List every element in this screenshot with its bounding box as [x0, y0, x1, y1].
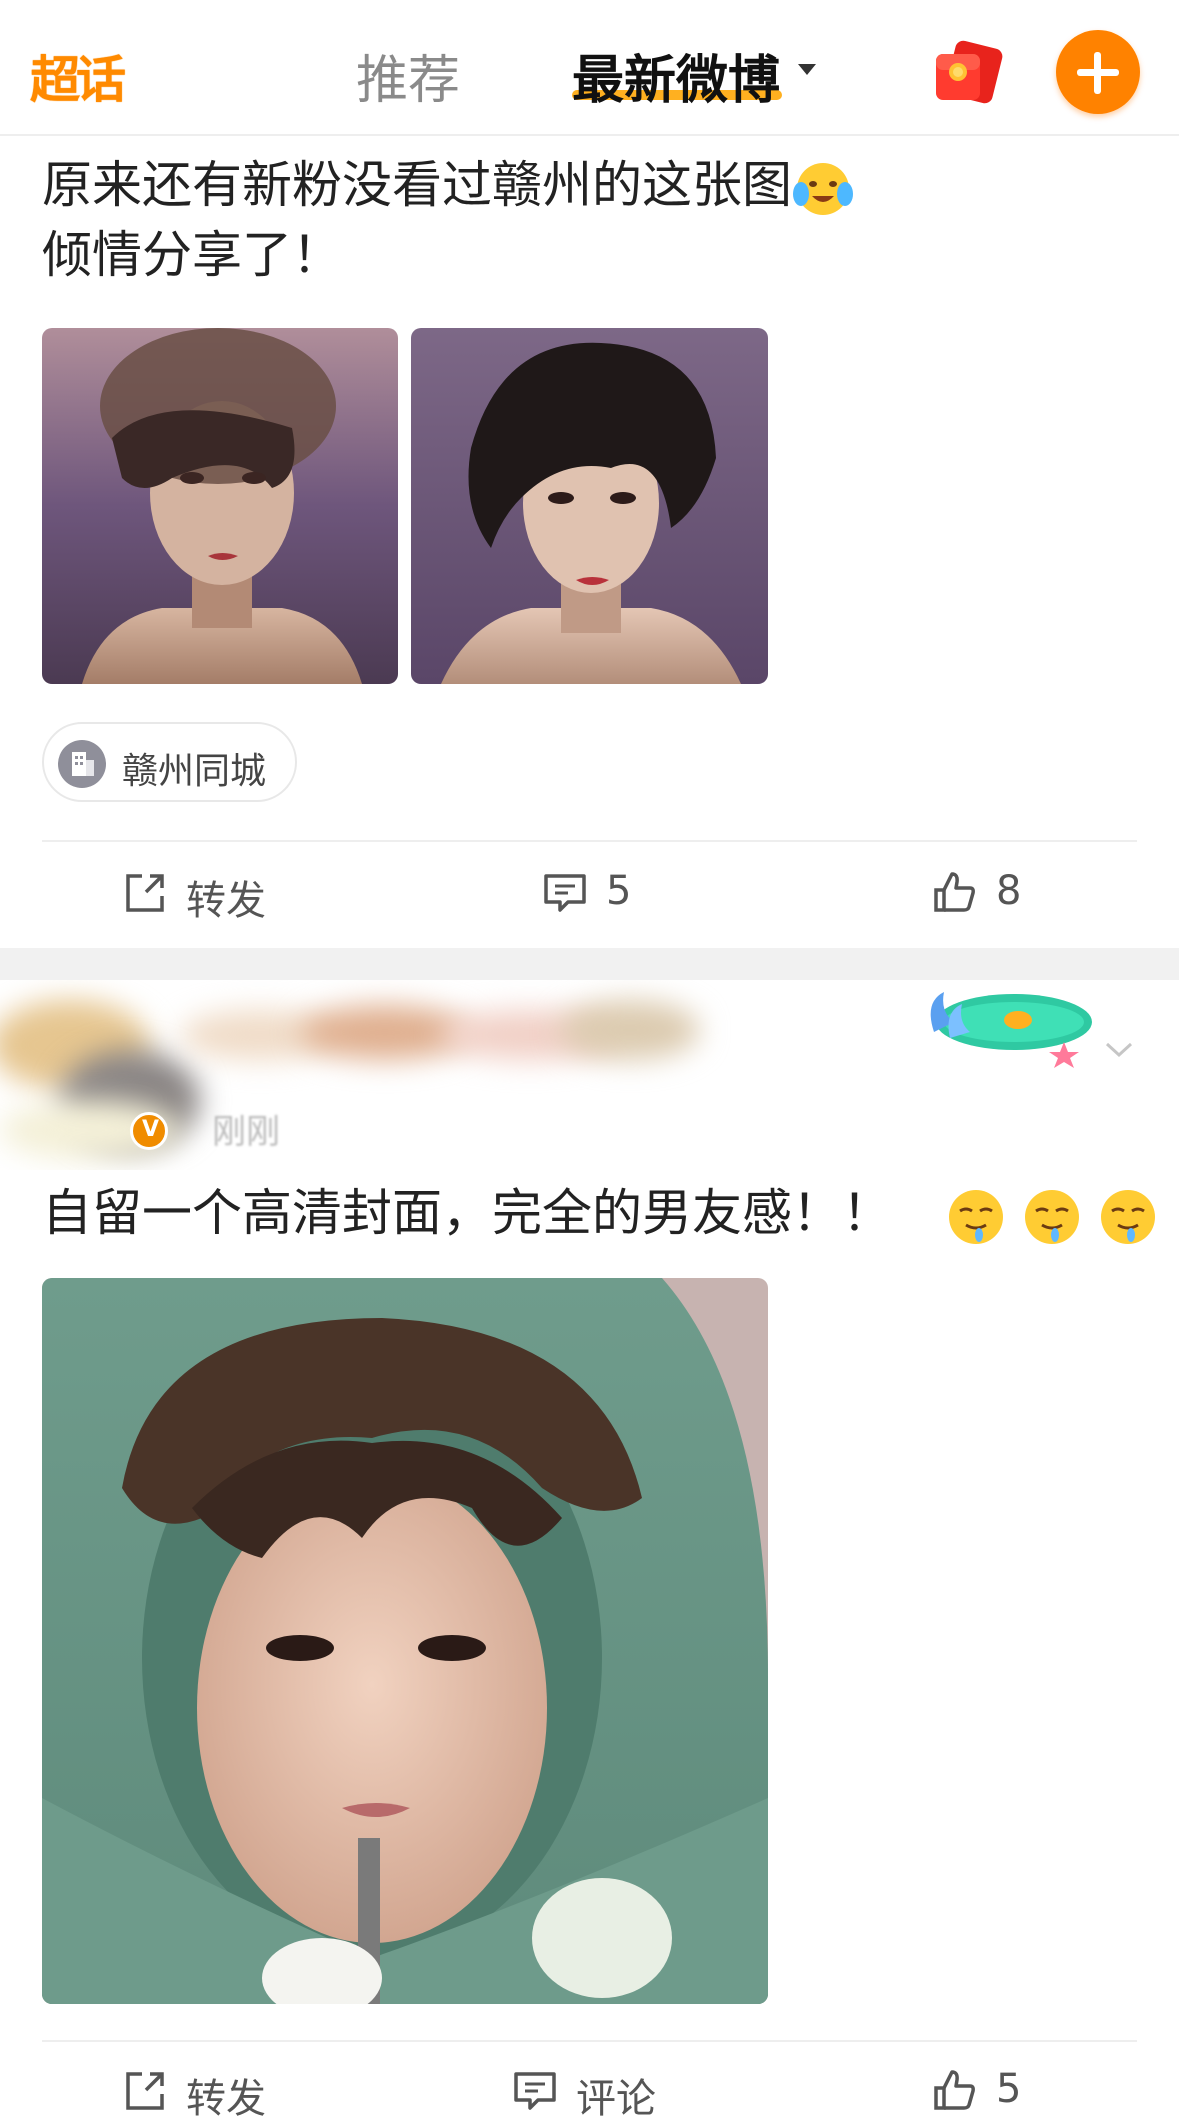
comment-button[interactable]: 5: [542, 866, 682, 920]
portrait-photo-2[interactable]: [411, 328, 768, 684]
compose-plus-button[interactable]: [1056, 30, 1140, 114]
comment-button[interactable]: 评论: [512, 2064, 712, 2122]
like-button[interactable]: 5: [932, 2064, 1052, 2118]
repost-button[interactable]: 转发: [122, 866, 302, 924]
repost-button[interactable]: 转发: [122, 2064, 302, 2122]
like-button[interactable]: 8: [932, 866, 1052, 920]
post-separator: [0, 948, 1179, 980]
tab-dropdown-caret-icon[interactable]: [798, 64, 816, 75]
share-icon: [126, 874, 164, 912]
comment-icon: [544, 874, 586, 912]
tab-recommend[interactable]: 推荐: [356, 38, 460, 113]
drooling-emoji: [948, 1189, 1003, 1244]
red-packet-icon[interactable]: [932, 38, 1008, 104]
comment-icon: [514, 2072, 556, 2110]
drooling-emoji: [1100, 1189, 1155, 1244]
crying-laughing-emoji: [793, 162, 853, 215]
top-nav-bar: 超话 推荐 最新微博: [0, 0, 1179, 136]
drooling-emoji: [1024, 1189, 1079, 1244]
thumbs-up-icon: [934, 2070, 975, 2110]
fan-badge-decoration-icon: [930, 992, 1092, 1068]
supertopic-logo[interactable]: 超话: [30, 40, 138, 109]
location-tag[interactable]: 赣州同城: [42, 722, 297, 802]
building-icon: [58, 740, 106, 788]
share-icon: [126, 2072, 164, 2110]
chevron-down-icon[interactable]: [1104, 1040, 1134, 1060]
verified-badge-icon: V: [130, 1112, 168, 1150]
divider: [42, 2040, 1137, 2042]
tab-latest-posts[interactable]: 最新微博: [572, 38, 780, 113]
post-2-text: 自留一个高清封面，完全的男友感！！: [42, 1178, 1158, 1248]
hoodie-selfie-photo[interactable]: [42, 1278, 768, 2004]
portrait-photo-1[interactable]: [42, 328, 398, 684]
post-time: 刚刚: [212, 1112, 280, 1152]
post-1-text: 原来还有新粉没看过赣州的这张图 倾情分享了！: [42, 150, 854, 290]
divider: [42, 840, 1137, 842]
thumbs-up-icon: [934, 872, 975, 912]
